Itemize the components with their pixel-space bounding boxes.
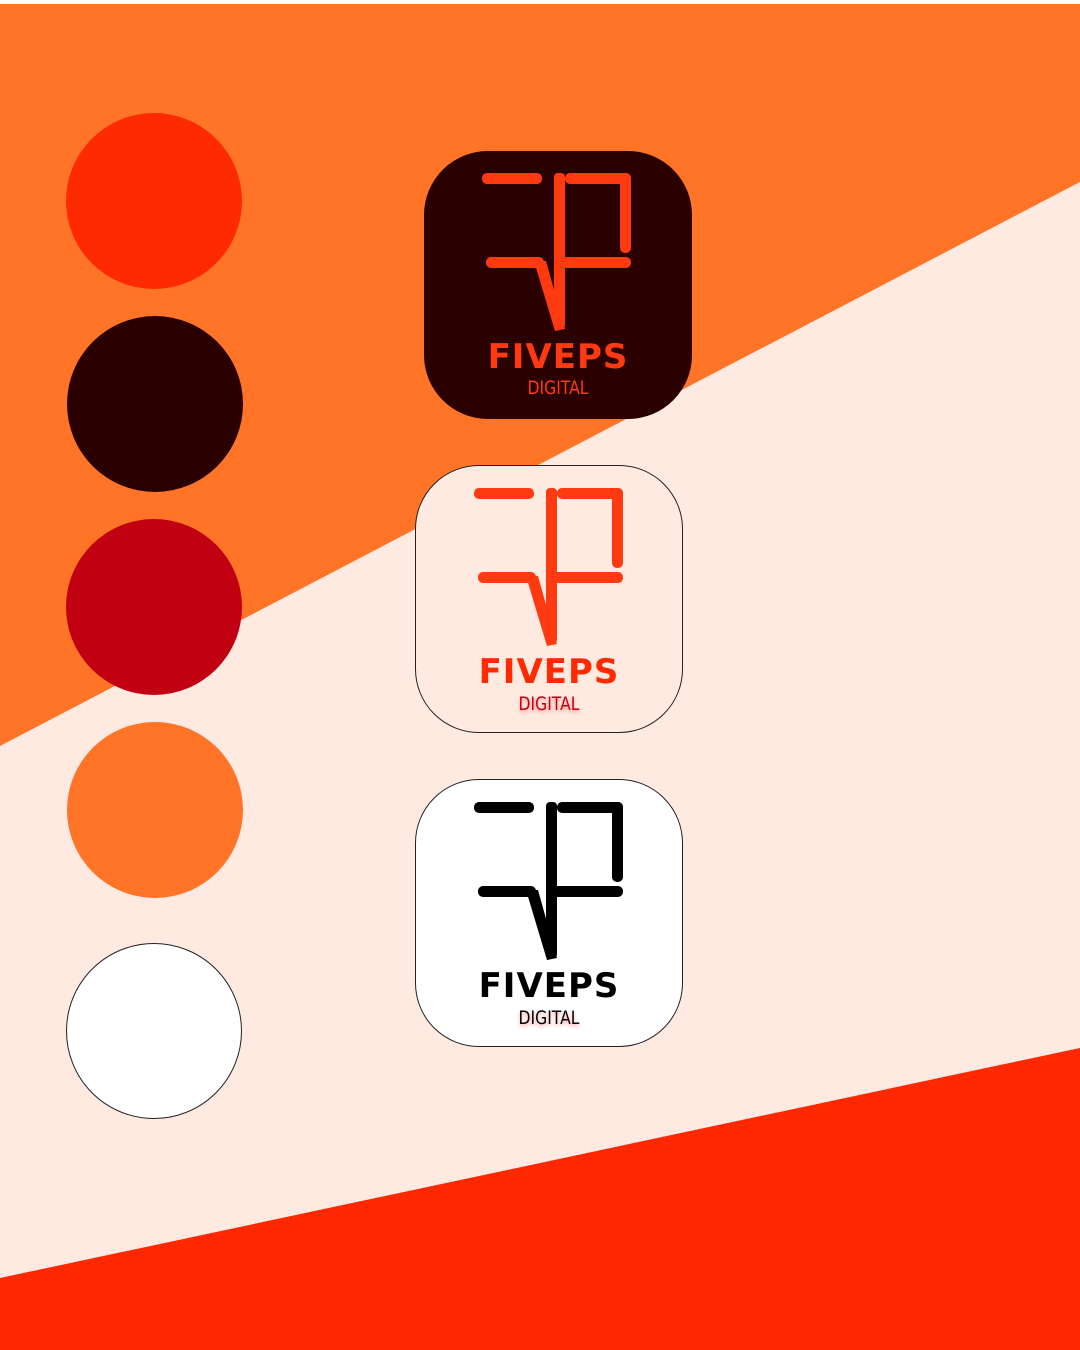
subtitle-text: DIGITAL: [518, 693, 580, 715]
swatch-white: [66, 943, 242, 1119]
logo-card-light: FIVEPS DIGITAL: [415, 465, 683, 733]
logo-card-dark: FIVEPS DIGITAL: [424, 151, 692, 419]
swatch-red-orange: [66, 113, 242, 289]
swatch-dark-maroon: [67, 316, 243, 492]
wordmark-text: FIVEPS: [478, 966, 620, 1006]
subtitle-text: DIGITAL: [527, 377, 589, 399]
logo-card-mono: FIVEPS DIGITAL: [415, 779, 683, 1047]
swatch-orange: [67, 722, 243, 898]
wordmark-text: FIVEPS: [478, 652, 620, 692]
subtitle-text: DIGITAL: [518, 1007, 580, 1029]
swatch-crimson: [66, 519, 242, 695]
wordmark-text: FIVEPS: [487, 337, 629, 377]
